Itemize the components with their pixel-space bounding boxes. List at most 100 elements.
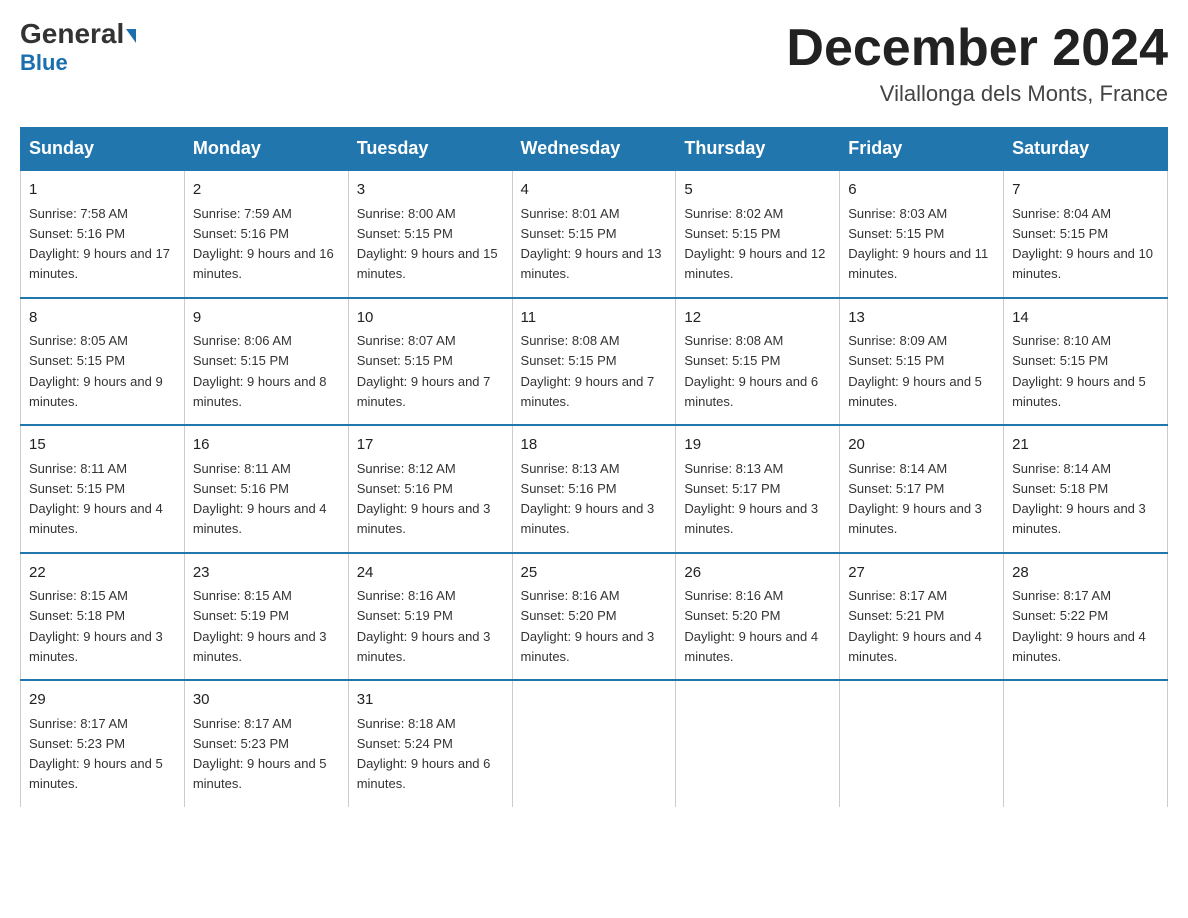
day-number: 31 [357, 689, 504, 712]
day-info: Sunrise: 8:17 AMSunset: 5:22 PMDaylight:… [1012, 588, 1146, 664]
day-number: 22 [29, 562, 176, 585]
day-number: 11 [521, 307, 668, 330]
day-number: 1 [29, 179, 176, 202]
table-row: 4 Sunrise: 8:01 AMSunset: 5:15 PMDayligh… [512, 170, 676, 298]
table-row: 16 Sunrise: 8:11 AMSunset: 5:16 PMDaylig… [184, 425, 348, 553]
month-title: December 2024 [786, 20, 1168, 77]
day-number: 10 [357, 307, 504, 330]
day-info: Sunrise: 8:11 AMSunset: 5:15 PMDaylight:… [29, 461, 163, 537]
day-number: 19 [684, 434, 831, 457]
day-number: 2 [193, 179, 340, 202]
day-info: Sunrise: 8:04 AMSunset: 5:15 PMDaylight:… [1012, 206, 1153, 282]
table-row: 13 Sunrise: 8:09 AMSunset: 5:15 PMDaylig… [840, 298, 1004, 426]
table-row: 11 Sunrise: 8:08 AMSunset: 5:15 PMDaylig… [512, 298, 676, 426]
table-row: 20 Sunrise: 8:14 AMSunset: 5:17 PMDaylig… [840, 425, 1004, 553]
day-number: 6 [848, 179, 995, 202]
day-info: Sunrise: 8:12 AMSunset: 5:16 PMDaylight:… [357, 461, 491, 537]
table-row: 7 Sunrise: 8:04 AMSunset: 5:15 PMDayligh… [1004, 170, 1168, 298]
table-row: 28 Sunrise: 8:17 AMSunset: 5:22 PMDaylig… [1004, 553, 1168, 681]
day-number: 12 [684, 307, 831, 330]
table-row: 2 Sunrise: 7:59 AMSunset: 5:16 PMDayligh… [184, 170, 348, 298]
day-info: Sunrise: 7:59 AMSunset: 5:16 PMDaylight:… [193, 206, 334, 282]
week-row: 1 Sunrise: 7:58 AMSunset: 5:16 PMDayligh… [21, 170, 1168, 298]
col-sunday: Sunday [21, 128, 185, 171]
table-row [1004, 680, 1168, 807]
day-number: 15 [29, 434, 176, 457]
table-row: 17 Sunrise: 8:12 AMSunset: 5:16 PMDaylig… [348, 425, 512, 553]
day-info: Sunrise: 8:07 AMSunset: 5:15 PMDaylight:… [357, 333, 491, 409]
day-number: 23 [193, 562, 340, 585]
day-number: 29 [29, 689, 176, 712]
day-number: 20 [848, 434, 995, 457]
day-info: Sunrise: 8:16 AMSunset: 5:19 PMDaylight:… [357, 588, 491, 664]
day-number: 7 [1012, 179, 1159, 202]
table-row: 22 Sunrise: 8:15 AMSunset: 5:18 PMDaylig… [21, 553, 185, 681]
calendar-table: Sunday Monday Tuesday Wednesday Thursday… [20, 127, 1168, 807]
day-info: Sunrise: 8:10 AMSunset: 5:15 PMDaylight:… [1012, 333, 1146, 409]
table-row: 10 Sunrise: 8:07 AMSunset: 5:15 PMDaylig… [348, 298, 512, 426]
table-row: 29 Sunrise: 8:17 AMSunset: 5:23 PMDaylig… [21, 680, 185, 807]
table-row: 24 Sunrise: 8:16 AMSunset: 5:19 PMDaylig… [348, 553, 512, 681]
col-wednesday: Wednesday [512, 128, 676, 171]
location-subtitle: Vilallonga dels Monts, France [786, 81, 1168, 107]
day-info: Sunrise: 8:15 AMSunset: 5:18 PMDaylight:… [29, 588, 163, 664]
logo-text: General [20, 20, 136, 48]
day-info: Sunrise: 8:14 AMSunset: 5:18 PMDaylight:… [1012, 461, 1146, 537]
day-info: Sunrise: 8:00 AMSunset: 5:15 PMDaylight:… [357, 206, 498, 282]
table-row: 14 Sunrise: 8:10 AMSunset: 5:15 PMDaylig… [1004, 298, 1168, 426]
day-info: Sunrise: 8:14 AMSunset: 5:17 PMDaylight:… [848, 461, 982, 537]
table-row: 18 Sunrise: 8:13 AMSunset: 5:16 PMDaylig… [512, 425, 676, 553]
week-row: 8 Sunrise: 8:05 AMSunset: 5:15 PMDayligh… [21, 298, 1168, 426]
table-row: 21 Sunrise: 8:14 AMSunset: 5:18 PMDaylig… [1004, 425, 1168, 553]
logo-blue: Blue [20, 50, 68, 76]
day-info: Sunrise: 7:58 AMSunset: 5:16 PMDaylight:… [29, 206, 170, 282]
table-row: 27 Sunrise: 8:17 AMSunset: 5:21 PMDaylig… [840, 553, 1004, 681]
logo: General Blue [20, 20, 136, 76]
day-info: Sunrise: 8:16 AMSunset: 5:20 PMDaylight:… [684, 588, 818, 664]
day-info: Sunrise: 8:18 AMSunset: 5:24 PMDaylight:… [357, 716, 491, 792]
day-number: 3 [357, 179, 504, 202]
day-number: 26 [684, 562, 831, 585]
day-info: Sunrise: 8:13 AMSunset: 5:16 PMDaylight:… [521, 461, 655, 537]
table-row: 9 Sunrise: 8:06 AMSunset: 5:15 PMDayligh… [184, 298, 348, 426]
table-row: 25 Sunrise: 8:16 AMSunset: 5:20 PMDaylig… [512, 553, 676, 681]
week-row: 15 Sunrise: 8:11 AMSunset: 5:15 PMDaylig… [21, 425, 1168, 553]
header-row: Sunday Monday Tuesday Wednesday Thursday… [21, 128, 1168, 171]
col-friday: Friday [840, 128, 1004, 171]
calendar-body: 1 Sunrise: 7:58 AMSunset: 5:16 PMDayligh… [21, 170, 1168, 807]
table-row: 8 Sunrise: 8:05 AMSunset: 5:15 PMDayligh… [21, 298, 185, 426]
day-number: 30 [193, 689, 340, 712]
col-tuesday: Tuesday [348, 128, 512, 171]
col-thursday: Thursday [676, 128, 840, 171]
logo-general: General [20, 18, 124, 49]
day-info: Sunrise: 8:06 AMSunset: 5:15 PMDaylight:… [193, 333, 327, 409]
table-row: 6 Sunrise: 8:03 AMSunset: 5:15 PMDayligh… [840, 170, 1004, 298]
day-number: 5 [684, 179, 831, 202]
day-info: Sunrise: 8:01 AMSunset: 5:15 PMDaylight:… [521, 206, 662, 282]
day-info: Sunrise: 8:08 AMSunset: 5:15 PMDaylight:… [521, 333, 655, 409]
day-info: Sunrise: 8:02 AMSunset: 5:15 PMDaylight:… [684, 206, 825, 282]
day-number: 24 [357, 562, 504, 585]
day-info: Sunrise: 8:15 AMSunset: 5:19 PMDaylight:… [193, 588, 327, 664]
day-number: 14 [1012, 307, 1159, 330]
table-row: 30 Sunrise: 8:17 AMSunset: 5:23 PMDaylig… [184, 680, 348, 807]
table-row [676, 680, 840, 807]
day-number: 28 [1012, 562, 1159, 585]
day-info: Sunrise: 8:11 AMSunset: 5:16 PMDaylight:… [193, 461, 327, 537]
day-number: 4 [521, 179, 668, 202]
table-row: 1 Sunrise: 7:58 AMSunset: 5:16 PMDayligh… [21, 170, 185, 298]
table-row: 3 Sunrise: 8:00 AMSunset: 5:15 PMDayligh… [348, 170, 512, 298]
page-header: General Blue December 2024 Vilallonga de… [20, 20, 1168, 107]
table-row: 26 Sunrise: 8:16 AMSunset: 5:20 PMDaylig… [676, 553, 840, 681]
table-row [512, 680, 676, 807]
col-monday: Monday [184, 128, 348, 171]
day-number: 9 [193, 307, 340, 330]
day-info: Sunrise: 8:17 AMSunset: 5:23 PMDaylight:… [193, 716, 327, 792]
week-row: 22 Sunrise: 8:15 AMSunset: 5:18 PMDaylig… [21, 553, 1168, 681]
week-row: 29 Sunrise: 8:17 AMSunset: 5:23 PMDaylig… [21, 680, 1168, 807]
day-number: 21 [1012, 434, 1159, 457]
table-row: 5 Sunrise: 8:02 AMSunset: 5:15 PMDayligh… [676, 170, 840, 298]
table-row: 12 Sunrise: 8:08 AMSunset: 5:15 PMDaylig… [676, 298, 840, 426]
table-row: 19 Sunrise: 8:13 AMSunset: 5:17 PMDaylig… [676, 425, 840, 553]
logo-triangle-icon [126, 29, 136, 43]
